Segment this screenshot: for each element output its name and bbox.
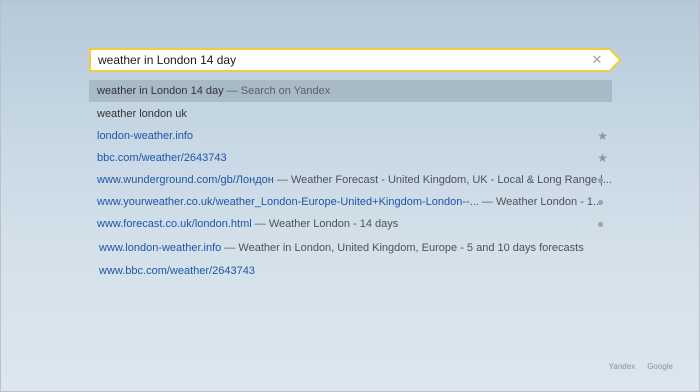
suggestion-description: Weather in London, United Kingdom, Europ… bbox=[238, 242, 584, 254]
omnibox[interactable]: ✕ bbox=[89, 48, 622, 72]
search-engine-switcher: Yandex Google bbox=[597, 362, 673, 371]
engine-google-link[interactable]: Google bbox=[647, 362, 673, 371]
suggestion-url: www.yourweather.co.uk/weather_London-Eur… bbox=[97, 196, 479, 208]
suggestion-url: london-weather.info bbox=[97, 130, 194, 142]
close-icon[interactable]: ✕ bbox=[589, 52, 605, 68]
suggestion-url: www.bbc.com/weather/2643743 bbox=[99, 265, 255, 277]
suggestion-bookmark-item[interactable]: london-weather.info ★ bbox=[89, 125, 612, 147]
suggestion-description: Weather London - 1... bbox=[496, 196, 603, 208]
suggestion-history-item[interactable]: www.forecast.co.uk/london.html — Weather… bbox=[89, 213, 612, 235]
suggestion-search-yandex[interactable]: weather in London 14 day — Search on Yan… bbox=[89, 80, 612, 102]
engine-yandex-link[interactable]: Yandex bbox=[609, 362, 636, 371]
suggestion-site-item[interactable]: www.london-weather.info — Weather in Lon… bbox=[89, 237, 612, 259]
suggestion-site-item[interactable]: www.bbc.com/weather/2643743 bbox=[89, 260, 612, 282]
dot-icon bbox=[598, 200, 603, 205]
search-input[interactable] bbox=[91, 50, 581, 70]
suggestion-query: weather in London 14 day bbox=[97, 85, 224, 97]
star-icon: ★ bbox=[597, 129, 608, 143]
suggestion-url: bbc.com/weather/2643743 bbox=[97, 152, 227, 164]
suggestion-query: weather london uk bbox=[97, 108, 187, 120]
suggestion-description: Search on Yandex bbox=[240, 85, 331, 97]
dot-icon bbox=[598, 178, 603, 183]
browser-window: ✕ weather in London 14 day — Search on Y… bbox=[0, 0, 700, 392]
suggestion-description: Weather London - 14 days bbox=[268, 218, 399, 230]
omnibox-arrow-tip bbox=[609, 50, 619, 70]
suggestion-history-item[interactable]: www.yourweather.co.uk/weather_London-Eur… bbox=[89, 191, 612, 213]
suggestion-url: www.london-weather.info bbox=[99, 242, 222, 254]
suggestion-history-item[interactable]: www.wunderground.com/gb/Лондон — Weather… bbox=[89, 169, 612, 191]
star-icon: ★ bbox=[597, 151, 608, 165]
suggestion-description: Weather Forecast - United Kingdom, UK - … bbox=[290, 174, 613, 186]
dot-icon bbox=[598, 222, 603, 227]
suggestion-url: www.wunderground.com/gb/Лондон bbox=[97, 174, 274, 186]
suggestion-query-item[interactable]: weather london uk bbox=[89, 103, 612, 125]
suggestion-url: www.forecast.co.uk/london.html bbox=[97, 218, 252, 230]
suggestion-bookmark-item[interactable]: bbc.com/weather/2643743 ★ bbox=[89, 147, 612, 169]
